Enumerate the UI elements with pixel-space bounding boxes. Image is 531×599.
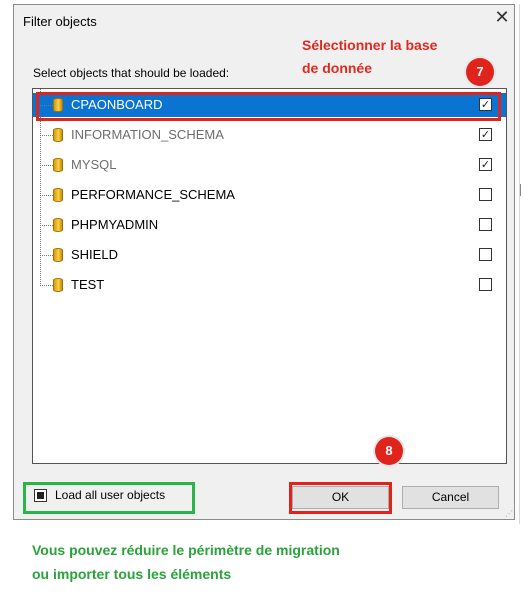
tree-item-checkbox[interactable]: ✓ [479, 128, 492, 141]
window-edge [519, 4, 530, 524]
database-icon [53, 128, 63, 142]
tree-branch-connector [40, 225, 53, 226]
selection-highlight-frame [36, 92, 501, 121]
database-icon [53, 248, 63, 262]
tree-item[interactable]: MYSQL ✓ [33, 153, 506, 177]
annotation-select-db-line2: de donnée [302, 60, 373, 76]
tree-item-checkbox[interactable] [479, 278, 492, 291]
tree-item-label: SHIELD [71, 247, 118, 262]
tree-branch-connector [40, 285, 53, 286]
tree-item-checkbox[interactable] [479, 248, 492, 261]
database-icon [53, 188, 63, 202]
tree-item-label: PHPMYADMIN [71, 217, 159, 232]
annotation-select-db-line1: Sélectionner la base [302, 37, 438, 53]
tree-item[interactable]: PERFORMANCE_SCHEMA [33, 183, 506, 207]
tree-item[interactable]: INFORMATION_SCHEMA ✓ [33, 123, 506, 147]
database-icon [53, 278, 63, 292]
step-badge-7: 7 [466, 58, 494, 86]
resize-grip-icon[interactable]: ⋰ [505, 509, 513, 518]
step-badge-8: 8 [375, 437, 403, 465]
tree-item[interactable]: TEST [33, 273, 506, 297]
tree-item[interactable]: SHIELD [33, 243, 506, 267]
tree-item-checkbox[interactable] [479, 218, 492, 231]
close-icon[interactable]: ✕ [492, 8, 512, 28]
select-prompt: Select objects that should be loaded: [33, 66, 230, 80]
tree-item-label: PERFORMANCE_SCHEMA [71, 187, 235, 202]
tree-item-checkbox[interactable]: ✓ [479, 158, 492, 171]
dialog-title: Filter objects [23, 14, 97, 29]
tree-item-label: INFORMATION_SCHEMA [71, 127, 224, 142]
database-icon [53, 218, 63, 232]
tree-item-label: TEST [71, 277, 105, 292]
cancel-button[interactable]: Cancel [402, 486, 499, 509]
tree-item-checkbox[interactable] [479, 188, 492, 201]
tree-item[interactable]: PHPMYADMIN [33, 213, 506, 237]
database-tree: CPAONBOARD ✓ INFORMATION_SCHEMA ✓ MYSQL ✓ PERF… [32, 88, 507, 464]
tree-branch-connector [40, 195, 53, 196]
tree-branch-connector [40, 165, 53, 166]
annotation-green-line1: Vous pouvez réduire le périmètre de migr… [32, 542, 340, 558]
load-all-label[interactable]: Load all user objects [55, 488, 165, 502]
annotation-green-line2: ou importer tous les éléments [32, 566, 232, 582]
database-icon [53, 158, 63, 172]
tree-branch-connector [40, 255, 53, 256]
load-all-checkbox[interactable] [34, 489, 47, 502]
window-edge-mark [520, 184, 521, 196]
tree-branch-connector [40, 135, 53, 136]
tree-item-label: MYSQL [71, 157, 117, 172]
ok-highlight-frame [289, 482, 392, 514]
